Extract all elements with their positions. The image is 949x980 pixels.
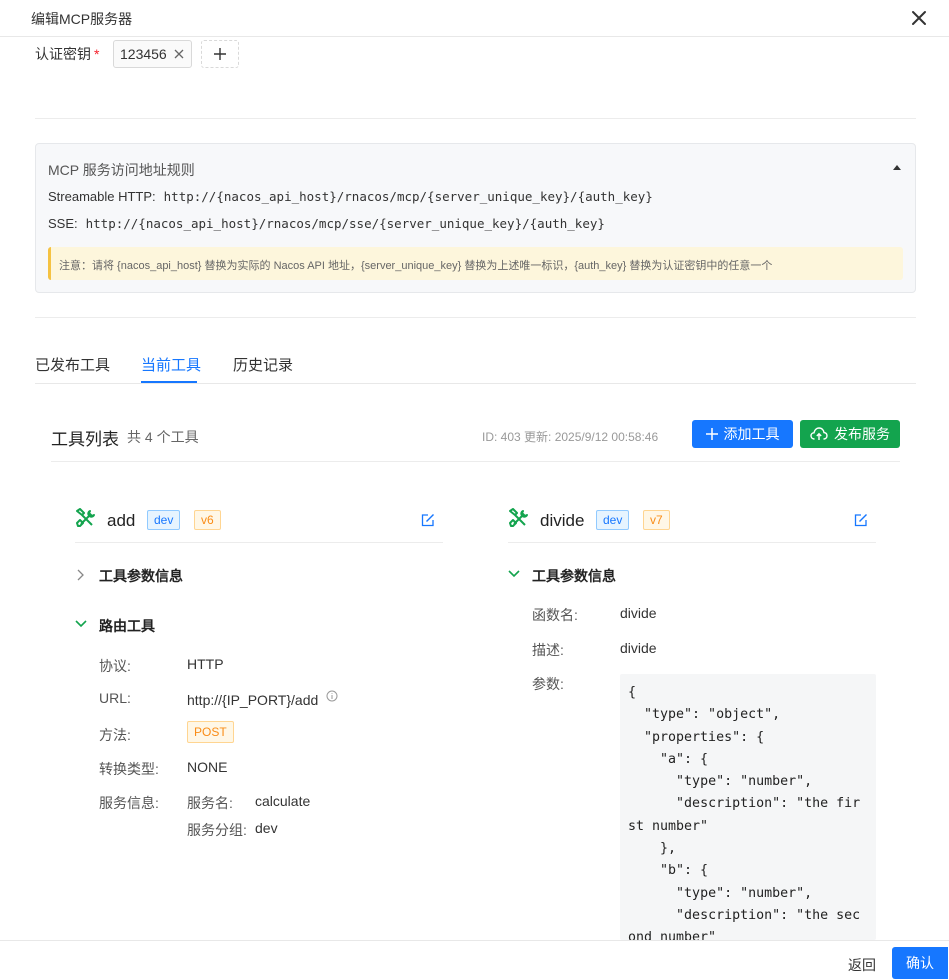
tab-published-tools[interactable]: 已发布工具 <box>35 354 110 375</box>
auth-key-value: 123456 <box>120 46 167 62</box>
access-rules-panel: MCP 服务访问地址规则 Streamable HTTP: http://{nac… <box>35 143 916 293</box>
version-badge: v6 <box>194 510 221 530</box>
env-badge: dev <box>147 510 181 530</box>
params-json-viewer: { "type": "object", "properties": { "a":… <box>620 674 876 940</box>
tools-icon <box>76 508 95 527</box>
dialog-header: 编辑MCP服务器 <box>0 0 949 37</box>
service-group-value: dev <box>255 820 278 836</box>
info-icon[interactable] <box>326 690 338 702</box>
description-value: divide <box>620 640 657 656</box>
description-label: 描述: <box>532 642 564 658</box>
dialog-footer: 返回 确认 <box>0 940 949 980</box>
dialog-title: 编辑MCP服务器 <box>31 11 133 27</box>
required-mark: * <box>94 46 100 62</box>
tab-history[interactable]: 历史记录 <box>233 354 293 375</box>
auth-key-tag[interactable]: 123456 <box>113 40 192 68</box>
auth-key-row: 认证密钥 * 123456 <box>35 40 239 68</box>
cloud-upload-icon <box>810 427 828 440</box>
tool-count: 共 4 个工具 <box>127 429 199 445</box>
tool-list-meta: ID: 403 更新: 2025/9/12 00:58:46 <box>482 430 659 444</box>
sse-rule: SSE: http://{nacos_api_host}/rnacos/mcp/s… <box>48 216 605 231</box>
edit-icon[interactable] <box>421 513 435 527</box>
confirm-button[interactable]: 确认 <box>892 947 948 979</box>
url-value: http://{IP_PORT}/add <box>187 690 338 708</box>
close-icon[interactable] <box>908 7 930 29</box>
convert-type-value: NONE <box>187 759 228 775</box>
rules-note: 注意：请将 {nacos_api_host} 替换为实际的 Nacos API … <box>48 247 903 280</box>
function-name-label: 函数名: <box>532 607 578 623</box>
protocol-value: HTTP <box>187 656 224 672</box>
tool-card-add: add dev v6 工具参数信息 路由工具 <box>75 505 443 634</box>
url-label: URL: <box>99 690 131 706</box>
add-auth-key-button[interactable] <box>200 40 239 68</box>
active-tab-indicator <box>141 381 197 383</box>
add-tool-button[interactable]: 添加工具 <box>692 420 793 448</box>
version-badge: v7 <box>643 510 670 530</box>
back-button[interactable]: 返回 <box>848 955 876 975</box>
service-name-value: calculate <box>255 793 311 809</box>
method-badge: POST <box>187 721 234 743</box>
remove-tag-icon[interactable] <box>173 48 185 60</box>
tools-icon <box>509 508 528 527</box>
params-json: { "type": "object", "properties": { "a":… <box>628 685 861 940</box>
tool-name: divide <box>540 511 585 530</box>
chevron-down-icon <box>75 620 87 628</box>
divider <box>35 118 916 119</box>
tool-name: add <box>107 511 136 530</box>
tool-list-title: 工具列表 <box>51 430 119 449</box>
divider <box>35 317 916 318</box>
chevron-down-icon <box>508 570 520 578</box>
env-badge: dev <box>596 510 630 530</box>
plus-icon <box>705 428 718 440</box>
protocol-label: 协议: <box>99 658 131 674</box>
publish-service-button[interactable]: 发布服务 <box>800 420 900 448</box>
method-label: 方法: <box>99 727 131 743</box>
tab-current-tools[interactable]: 当前工具 <box>141 354 201 375</box>
edit-icon[interactable] <box>854 513 868 527</box>
tool-card-divide: divide dev v7 工具参数信息 <box>508 505 876 584</box>
service-info-label: 服务信息: <box>99 795 159 811</box>
service-name-label: 服务名: <box>187 795 233 811</box>
service-group-label: 服务分组: <box>187 822 247 838</box>
chevron-right-icon <box>77 569 84 581</box>
tool-tabs: 已发布工具 当前工具 历史记录 <box>35 345 916 384</box>
function-name-value: divide <box>620 605 657 621</box>
streamable-http-rule: Streamable HTTP: http://{nacos_api_host}/… <box>48 189 653 204</box>
access-rules-title: MCP 服务访问地址规则 <box>48 162 195 178</box>
tool-list-toolbar: 工具列表 共 4 个工具 ID: 403 更新: 2025/9/12 00:58… <box>51 420 900 462</box>
plus-icon <box>213 48 226 60</box>
convert-type-label: 转换类型: <box>99 761 159 777</box>
auth-key-label: 认证密钥 * <box>35 46 100 62</box>
params-label: 参数: <box>532 676 564 692</box>
collapse-caret-icon[interactable] <box>893 165 901 170</box>
